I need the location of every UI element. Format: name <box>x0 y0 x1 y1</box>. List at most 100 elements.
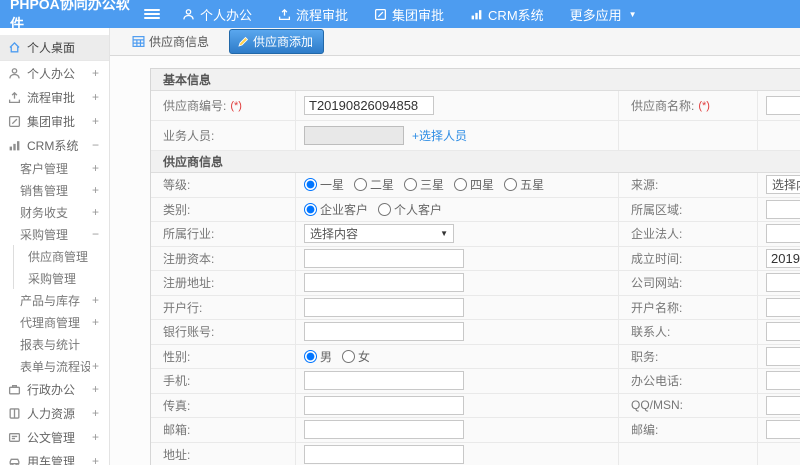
sidebar-item-supplier-mgmt[interactable]: 供应商管理 <box>13 245 109 267</box>
expand-icon: + <box>91 205 99 219</box>
email-input[interactable] <box>304 420 464 440</box>
sidebar-item-product-inventory[interactable]: 产品与库存 + <box>0 289 109 311</box>
home-icon <box>8 41 21 54</box>
office-phone-input[interactable] <box>766 371 800 391</box>
radio-button[interactable] <box>304 349 317 363</box>
supplier-code-input[interactable] <box>304 96 434 115</box>
bar-chart-icon <box>8 139 21 152</box>
postcode-input[interactable] <box>766 420 800 440</box>
sidebar-item-purchase-mgmt-sub[interactable]: 采购管理 <box>13 267 109 289</box>
section-header-basic-info: 基本信息 <box>151 69 800 91</box>
nav-crm[interactable]: CRM系统 <box>470 5 544 24</box>
sidebar-item-group-approval[interactable]: 集团审批 + <box>0 109 109 133</box>
registered-address-input[interactable] <box>304 273 464 293</box>
website-label: 公司网站: <box>619 271 758 296</box>
radio-button[interactable] <box>404 178 418 192</box>
supplier-name-label: 供应商名称: (*) <box>619 91 758 121</box>
sidebar-item-personal-office[interactable]: 个人办公 + <box>0 61 109 85</box>
business-staff-input[interactable] <box>304 126 404 145</box>
expand-icon: + <box>91 66 99 80</box>
nav-personal-office[interactable]: 个人办公 <box>182 5 252 24</box>
nav-process-approval[interactable]: 流程审批 <box>278 5 348 24</box>
bank-branch-input[interactable] <box>304 297 464 317</box>
category-option-enterprise[interactable]: 企业客户 <box>304 201 368 218</box>
tab-label: 供应商信息 <box>149 35 210 49</box>
bank-account-input[interactable] <box>304 322 464 342</box>
radio-button[interactable] <box>504 178 518 192</box>
sidebar-item-hr[interactable]: 人力资源 + <box>0 401 109 425</box>
sidebar-item-process-approval[interactable]: 流程审批 + <box>0 85 109 109</box>
radio-button[interactable] <box>454 178 468 192</box>
tab-supplier-add[interactable]: 供应商添加 <box>229 29 325 54</box>
sidebar-item-purchase-mgmt[interactable]: 采购管理 − <box>0 223 109 245</box>
select-staff-link[interactable]: +选择人员 <box>412 127 467 144</box>
sidebar-item-agent-mgmt[interactable]: 代理商管理 + <box>0 311 109 333</box>
radio-button[interactable] <box>304 178 317 192</box>
supplier-name-input[interactable] <box>766 96 800 115</box>
expand-icon: + <box>91 114 99 128</box>
nav-label: 更多应用 <box>569 7 622 23</box>
postcode-label: 邮编: <box>619 418 758 443</box>
position-input[interactable] <box>766 346 800 366</box>
gender-option-male[interactable]: 男 <box>304 348 332 365</box>
qq-msn-input[interactable] <box>766 395 800 415</box>
section-header-supplier-info: 供应商信息 <box>151 151 800 173</box>
business-staff-label: 业务人员: <box>151 121 296 151</box>
sidebar-item-finance[interactable]: 财务收支 + <box>0 201 109 223</box>
grade-option-3star[interactable]: 三星 <box>404 176 444 193</box>
source-select[interactable]: 选择内容▼ <box>766 175 800 195</box>
registered-capital-input[interactable] <box>304 248 464 268</box>
radio-button[interactable] <box>354 178 368 192</box>
tab-label: 供应商添加 <box>253 35 314 49</box>
founding-date-input[interactable] <box>766 248 800 268</box>
nav-label: 集团审批 <box>392 7 445 23</box>
radio-button[interactable] <box>378 202 392 216</box>
sidebar-item-reports[interactable]: 报表与统计 <box>0 333 109 355</box>
registered-address-label: 注册地址: <box>151 271 296 296</box>
sidebar-item-admin-office[interactable]: 行政办公 + <box>0 377 109 401</box>
sidebar-item-document-mgmt[interactable]: 公文管理 + <box>0 425 109 449</box>
sidebar-item-sales-mgmt[interactable]: 销售管理 + <box>0 179 109 201</box>
sidebar-item-form-flow-settings[interactable]: 表单与流程设置 + <box>0 355 109 377</box>
bank-branch-label: 开户行: <box>151 295 296 320</box>
upload-icon <box>278 8 291 21</box>
sidebar-item-crm[interactable]: CRM系统 − <box>0 133 109 157</box>
tab-supplier-info[interactable]: 供应商信息 <box>132 33 209 50</box>
sidebar-item-customer-mgmt[interactable]: 客户管理 + <box>0 157 109 179</box>
expand-icon: + <box>91 161 99 175</box>
radio-button[interactable] <box>304 202 317 216</box>
legal-person-input[interactable] <box>766 224 800 244</box>
nav-group-approval[interactable]: 集团审批 <box>374 5 444 24</box>
person-icon <box>8 67 21 80</box>
contact-input[interactable] <box>766 322 800 342</box>
sidebar-item-personal-desktop[interactable]: 个人桌面 <box>0 35 109 61</box>
source-label: 来源: <box>619 173 758 198</box>
category-label: 类别: <box>151 197 296 222</box>
document-icon <box>8 431 21 444</box>
category-option-individual[interactable]: 个人客户 <box>378 201 442 218</box>
address-input[interactable] <box>304 444 464 464</box>
radio-button[interactable] <box>342 349 356 363</box>
email-label: 邮箱: <box>151 418 296 443</box>
caret-down-icon: ▼ <box>628 9 637 19</box>
fax-input[interactable] <box>304 395 464 415</box>
supplier-code-label: 供应商编号: (*) <box>151 91 296 121</box>
menu-toggle-icon[interactable] <box>144 9 160 19</box>
pencil-add-icon <box>237 36 249 48</box>
website-input[interactable] <box>766 273 800 293</box>
nav-more-apps[interactable]: 更多应用 ▼ <box>570 5 637 24</box>
region-input[interactable] <box>766 199 800 219</box>
account-name-input[interactable] <box>766 297 800 317</box>
mobile-input[interactable] <box>304 371 464 391</box>
grade-option-2star[interactable]: 二星 <box>354 176 394 193</box>
gender-option-female[interactable]: 女 <box>342 348 370 365</box>
expand-icon: + <box>91 315 99 329</box>
gender-radio-group: 男 女 <box>296 344 619 369</box>
sidebar-item-vehicle-mgmt[interactable]: 用车管理 + <box>0 449 109 465</box>
account-name-label: 开户名称: <box>619 295 758 320</box>
tab-bar: 供应商信息 供应商添加 <box>110 28 800 56</box>
grade-option-1star[interactable]: 一星 <box>304 176 344 193</box>
grade-option-4star[interactable]: 四星 <box>454 176 494 193</box>
grade-option-5star[interactable]: 五星 <box>504 176 544 193</box>
industry-select[interactable]: 选择内容 ▼ <box>304 224 454 244</box>
